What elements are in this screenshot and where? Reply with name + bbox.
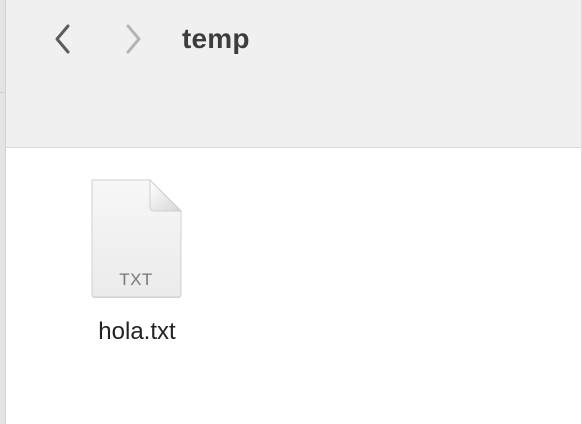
chevron-right-icon [126,24,141,54]
toolbar: temp [6,0,582,148]
forward-button[interactable] [120,22,146,56]
chevron-left-icon [55,24,70,54]
file-item[interactable]: TXT hola.txt [82,176,192,356]
back-button[interactable] [50,22,76,56]
finder-window: temp TXT hola.txt [0,0,582,424]
window-title: temp [182,23,250,54]
file-extension-label: TXT [119,270,153,289]
file-name[interactable]: hola.txt [82,318,192,346]
file-browser-content[interactable]: TXT hola.txt [6,148,582,424]
